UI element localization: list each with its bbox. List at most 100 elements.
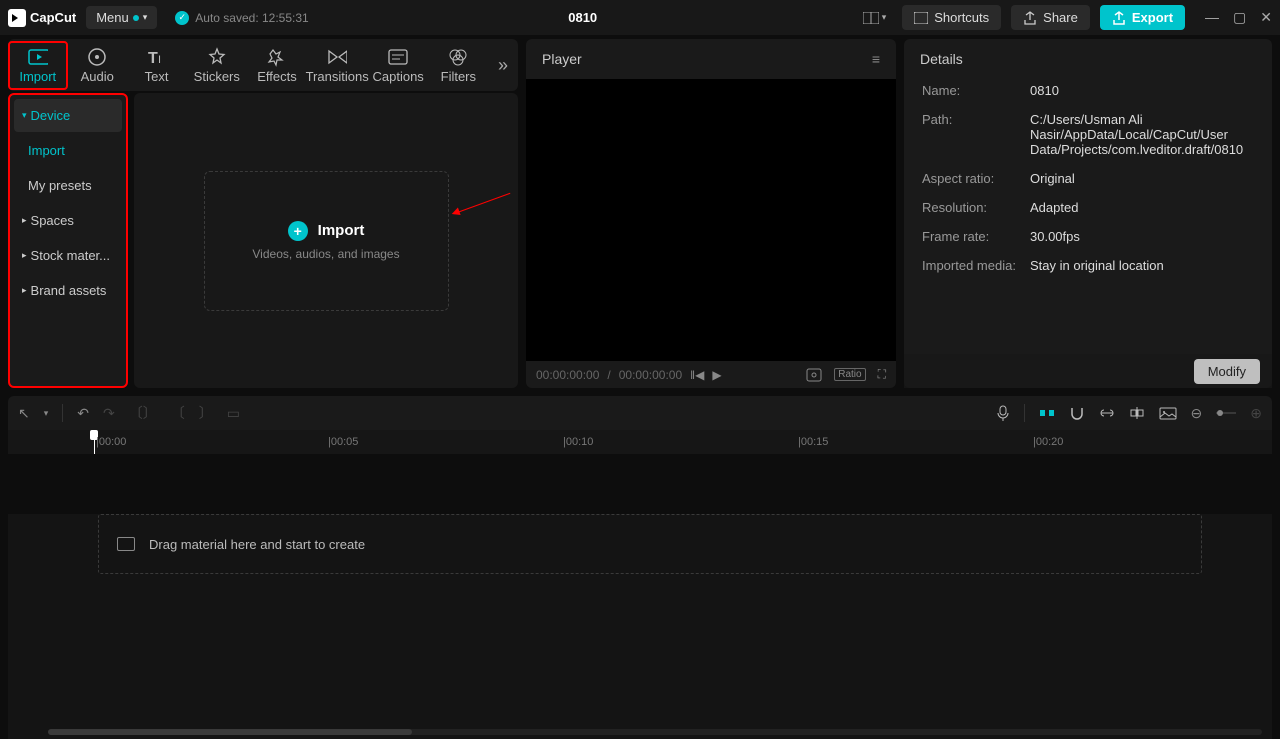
undo-button[interactable]: ↶ [77, 405, 89, 422]
zoom-out-button[interactable]: ⊖ [1191, 405, 1203, 422]
tab-transitions[interactable]: Transitions [307, 43, 368, 88]
playhead[interactable] [94, 430, 95, 454]
filmstrip-icon [117, 537, 135, 551]
snapshot-button[interactable] [806, 368, 822, 382]
capcut-icon [8, 9, 26, 27]
autosave-status: ✓ Auto saved: 12:55:31 [175, 11, 308, 25]
player-time-total: 00:00:00:00 [619, 368, 682, 382]
close-button[interactable]: ✕ [1260, 9, 1272, 26]
maximize-button[interactable]: ▢ [1233, 9, 1246, 26]
import-box[interactable]: + Import Videos, audios, and images [204, 171, 449, 311]
sidebar-label: Brand assets [31, 283, 107, 298]
magnet-button[interactable] [1069, 406, 1085, 420]
fullscreen-button[interactable]: ⛶ [878, 367, 886, 382]
timeline-tracks[interactable]: Drag material here and start to create [8, 514, 1272, 739]
empty-track[interactable]: Drag material here and start to create [98, 514, 1202, 574]
time-separator: / [607, 368, 610, 382]
details-body: Name:0810 Path:C:/Users/Usman Ali Nasir/… [904, 79, 1272, 277]
menu-button[interactable]: Menu ▾ [86, 6, 157, 29]
left-body: ▾Device Import My presets ▸Spaces ▸Stock… [8, 93, 518, 388]
transitions-icon [327, 47, 347, 67]
player-viewport[interactable] [526, 79, 896, 361]
filters-icon [448, 47, 468, 67]
ruler-mark: |00:20 [1033, 430, 1063, 454]
detail-label: Imported media: [922, 258, 1030, 273]
detail-value: C:/Users/Usman Ali Nasir/AppData/Local/C… [1030, 112, 1254, 157]
tab-label: Transitions [306, 69, 369, 84]
tab-text[interactable]: TI Text [127, 43, 186, 88]
sidebar-label: Device [31, 108, 71, 123]
modify-bar: Modify [904, 354, 1272, 388]
delete-button[interactable]: ▭ [227, 405, 240, 422]
pointer-dropdown[interactable]: ▾ [44, 408, 49, 419]
trim-right-button[interactable]: 〕 [199, 403, 213, 423]
share-label: Share [1043, 10, 1078, 25]
ratio-button[interactable]: Ratio [834, 368, 865, 381]
scrollbar-thumb[interactable] [48, 729, 412, 735]
detail-value: Stay in original location [1030, 258, 1254, 273]
tab-stickers[interactable]: Stickers [186, 43, 247, 88]
redo-button[interactable]: ↷ [103, 405, 115, 422]
ruler-mark: |00:00 [96, 430, 126, 454]
separator [1024, 404, 1025, 422]
detail-value: Original [1030, 171, 1254, 186]
detail-row-aspect: Aspect ratio:Original [922, 171, 1254, 186]
sidebar-item-spaces[interactable]: ▸Spaces [14, 204, 122, 237]
split-button[interactable]: 〔〕 [129, 403, 157, 423]
export-button[interactable]: Export [1100, 5, 1185, 30]
cover-button[interactable] [1159, 407, 1177, 420]
player-time-current: 00:00:00:00 [536, 368, 599, 382]
link-button[interactable] [1099, 408, 1115, 418]
detail-value: Adapted [1030, 200, 1254, 215]
import-drop-area[interactable]: + Import Videos, audios, and images [134, 93, 518, 388]
sidebar-item-presets[interactable]: My presets [14, 169, 122, 202]
text-icon: TI [147, 47, 167, 67]
annotation-arrow-icon [454, 193, 511, 214]
layout-button[interactable]: ▾ [857, 9, 893, 27]
play-button[interactable]: ▶ [712, 368, 721, 382]
tabs-more-button[interactable]: » [488, 55, 518, 76]
app-logo: CapCut [8, 9, 76, 27]
separator [62, 404, 63, 422]
sidebar-item-import[interactable]: Import [14, 134, 122, 167]
timeline-toolbar: ↖ ▾ ↶ ↷ 〔〕 〔 〕 ▭ ⊖ ⊕ [8, 396, 1272, 430]
timeline-scrollbar[interactable] [48, 729, 1262, 735]
caret-right-icon: ▸ [22, 250, 27, 261]
tab-audio[interactable]: Audio [68, 43, 127, 88]
ruler-mark: |00:10 [563, 430, 593, 454]
tab-effects[interactable]: Effects [247, 43, 306, 88]
modify-button[interactable]: Modify [1194, 359, 1260, 384]
main-area: Import Audio TI Text Stickers Effects Tr… [0, 35, 1280, 388]
share-button[interactable]: Share [1011, 5, 1090, 30]
pointer-tool[interactable]: ↖ [18, 405, 30, 422]
tab-import[interactable]: Import [8, 41, 68, 90]
detail-value: 30.00fps [1030, 229, 1254, 244]
titlebar: CapCut Menu ▾ ✓ Auto saved: 12:55:31 081… [0, 0, 1280, 35]
detail-label: Frame rate: [922, 229, 1030, 244]
detail-row-media: Imported media:Stay in original location [922, 258, 1254, 273]
detail-row-resolution: Resolution:Adapted [922, 200, 1254, 215]
prev-frame-button[interactable]: ‖◀ [690, 368, 704, 382]
zoom-slider[interactable] [1216, 408, 1236, 418]
player-header: Player ≡ [526, 39, 896, 79]
sidebar-label: Spaces [31, 213, 74, 228]
svg-text:T: T [148, 50, 158, 66]
preview-axis-button[interactable] [1129, 406, 1145, 420]
zoom-in-button[interactable]: ⊕ [1250, 405, 1262, 422]
caret-down-icon: ▾ [22, 110, 27, 121]
player-controls: 00:00:00:00 / 00:00:00:00 ‖◀ ▶ Ratio ⛶ [526, 361, 896, 388]
trim-left-button[interactable]: 〔 [171, 403, 185, 423]
magnet-main-button[interactable] [1039, 407, 1055, 419]
shortcuts-button[interactable]: Shortcuts [902, 5, 1001, 30]
timeline-ruler[interactable]: |00:00 |00:05 |00:10 |00:15 |00:20 [8, 430, 1272, 454]
mic-button[interactable] [996, 405, 1010, 421]
layout-icon [863, 12, 879, 24]
tab-captions[interactable]: Captions [368, 43, 429, 88]
sidebar-item-stock[interactable]: ▸Stock mater... [14, 239, 122, 272]
player-menu-icon[interactable]: ≡ [872, 51, 880, 67]
sidebar-item-device[interactable]: ▾ Device [14, 99, 122, 132]
sidebar-item-brand[interactable]: ▸Brand assets [14, 274, 122, 307]
tab-filters[interactable]: Filters [429, 43, 488, 88]
captions-icon [388, 47, 408, 67]
minimize-button[interactable]: — [1205, 9, 1219, 26]
